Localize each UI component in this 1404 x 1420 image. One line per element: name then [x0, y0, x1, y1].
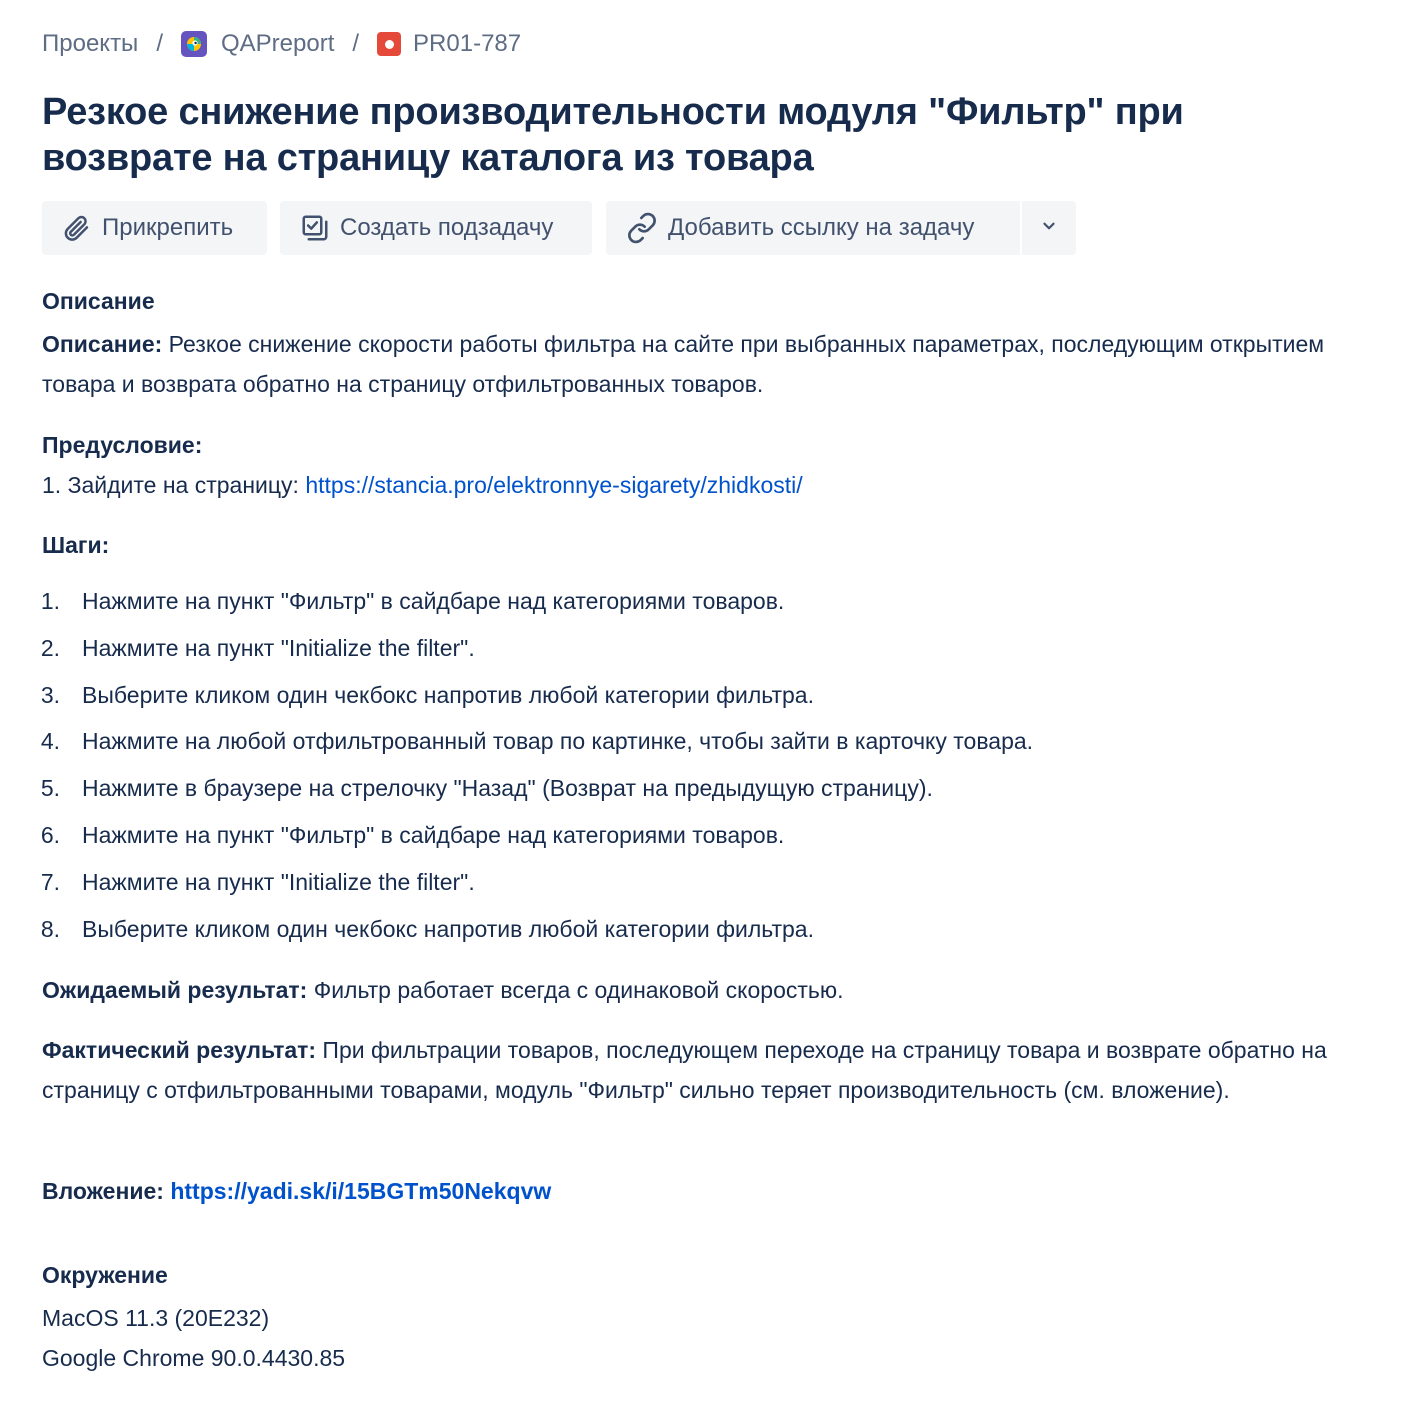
- list-item: 1. Нажмите на пункт "Фильтр" в сайдбаре н…: [40, 578, 1033, 625]
- attach-button-label: Прикрепить: [102, 214, 234, 241]
- breadcrumb-issue-key[interactable]: PR01-787: [413, 30, 521, 58]
- more-actions-dropdown-button[interactable]: [1020, 201, 1076, 255]
- description-heading: Описание: [42, 288, 155, 314]
- breadcrumb-separator: /: [352, 30, 360, 57]
- bug-icon: [377, 32, 402, 56]
- breadcrumb-project-label[interactable]: QAPreport: [221, 30, 334, 58]
- list-item: 3. Выберите кликом один чекбокс напротив …: [40, 672, 1033, 719]
- create-subtask-button-label: Создать подзадачу: [340, 214, 554, 241]
- expected-text: Фильтр работает всегда с одинаковой скор…: [307, 977, 844, 1003]
- attach-button[interactable]: Прикрепить: [42, 201, 267, 255]
- create-subtask-button[interactable]: Создать подзадачу: [280, 201, 592, 255]
- environment-browser: Google Chrome 90.0.4430.85: [42, 1345, 346, 1371]
- link-issue-button[interactable]: Добавить ссылку на задачу: [606, 201, 1020, 255]
- expected-label: Ожидаемый результат:: [42, 977, 308, 1003]
- description-text: Резкое снижение скорости работы фильтра …: [42, 331, 1325, 397]
- expected-result: Ожидаемый результат: Фильтр работает все…: [42, 970, 1342, 1010]
- step-number: 8.: [40, 915, 60, 942]
- list-item: 4. Нажмите на любой отфильтрованный товар…: [40, 718, 1034, 765]
- step-number: 6.: [40, 821, 60, 848]
- attachment-label: Вложение:: [42, 1178, 164, 1204]
- breadcrumb-issue[interactable]: PR01-787: [377, 30, 521, 58]
- environment-heading: Окружение: [42, 1262, 168, 1288]
- list-item: 8. Выберите кликом один чекбокс напротив …: [40, 906, 1033, 953]
- step-number: 7.: [40, 868, 60, 895]
- paperclip-icon: [62, 213, 92, 243]
- breadcrumb-project[interactable]: QAPreport: [180, 30, 334, 58]
- link-icon: [626, 212, 658, 244]
- precondition-item-text: 1. Зайдите на страницу:: [42, 472, 306, 498]
- attachment-url-link[interactable]: https://yadi.sk/i/15BGTm50Nekqvw: [170, 1178, 551, 1204]
- project-avatar-icon: [180, 31, 207, 57]
- list-item: 7. Нажмите на пункт "Initialize the filte…: [40, 859, 1033, 906]
- precondition-heading: Предусловие:: [42, 425, 1342, 465]
- link-issue-button-group: Добавить ссылку на задачу: [606, 201, 1076, 255]
- step-text: Нажмите на пункт "Фильтр" в сайдбаре над…: [82, 821, 785, 848]
- list-item: 6. Нажмите на пункт "Фильтр" в сайдбаре н…: [40, 812, 1033, 859]
- steps-label: Шаги:: [42, 532, 110, 558]
- step-number: 2.: [40, 634, 60, 661]
- step-text: Нажмите на пункт "Initialize the filter"…: [82, 634, 475, 661]
- step-text: Нажмите на пункт "Фильтр" в сайдбаре над…: [82, 588, 785, 614]
- step-text: Нажмите на любой отфильтрованный товар п…: [82, 728, 1034, 755]
- issue-title[interactable]: Резкое снижение производительности модул…: [42, 89, 1362, 181]
- subtask-icon: [300, 213, 330, 243]
- breadcrumb-separator: /: [156, 30, 163, 57]
- precondition-url-link[interactable]: https://stancia.pro/elektronnye-sigarety…: [305, 472, 802, 498]
- actual-label: Фактический результат:: [42, 1037, 317, 1063]
- step-text: Выберите кликом один чекбокс напротив лю…: [82, 681, 814, 708]
- step-number: 3.: [40, 681, 60, 708]
- actual-result: Фактический результат: При фильтрации то…: [42, 1030, 1332, 1110]
- breadcrumb-projects-link[interactable]: Проекты: [42, 30, 138, 58]
- step-text: Выберите кликом один чекбокс напротив лю…: [82, 915, 814, 942]
- link-issue-button-label: Добавить ссылку на задачу: [668, 214, 975, 241]
- precondition-label: Предусловие:: [42, 432, 203, 458]
- list-item: 2. Нажмите на пункт "Initialize the filte…: [40, 625, 1033, 672]
- list-item: 5. Нажмите в браузере на стрелочку "Назад…: [40, 765, 1033, 812]
- chevron-down-icon: [1040, 214, 1058, 242]
- attachment-line: Вложение: https://yadi.sk/i/15BGTm50Nekq…: [42, 1171, 1342, 1211]
- step-number: 1.: [40, 588, 60, 614]
- breadcrumb: Проекты / QAPreport / PR01-787: [42, 28, 521, 60]
- step-number: 5.: [40, 775, 60, 802]
- issue-toolbar: Прикрепить Создать подзадачу Добавить сс…: [42, 201, 1076, 255]
- step-text: Нажмите на пункт "Initialize the filter"…: [82, 868, 475, 895]
- step-number: 4.: [40, 728, 60, 755]
- steps-list: 1. Нажмите на пункт "Фильтр" в сайдбаре н…: [40, 578, 1034, 953]
- description-label: Описание:: [42, 331, 163, 357]
- precondition-item: 1. Зайдите на страницу: https://stancia.…: [42, 465, 1342, 505]
- description-paragraph: Описание: Резкое снижение скорости работ…: [42, 324, 1342, 404]
- steps-heading: Шаги:: [42, 525, 1342, 565]
- environment-os: MacOS 11.3 (20E232): [42, 1305, 270, 1331]
- step-text: Нажмите в браузере на стрелочку "Назад" …: [82, 775, 933, 802]
